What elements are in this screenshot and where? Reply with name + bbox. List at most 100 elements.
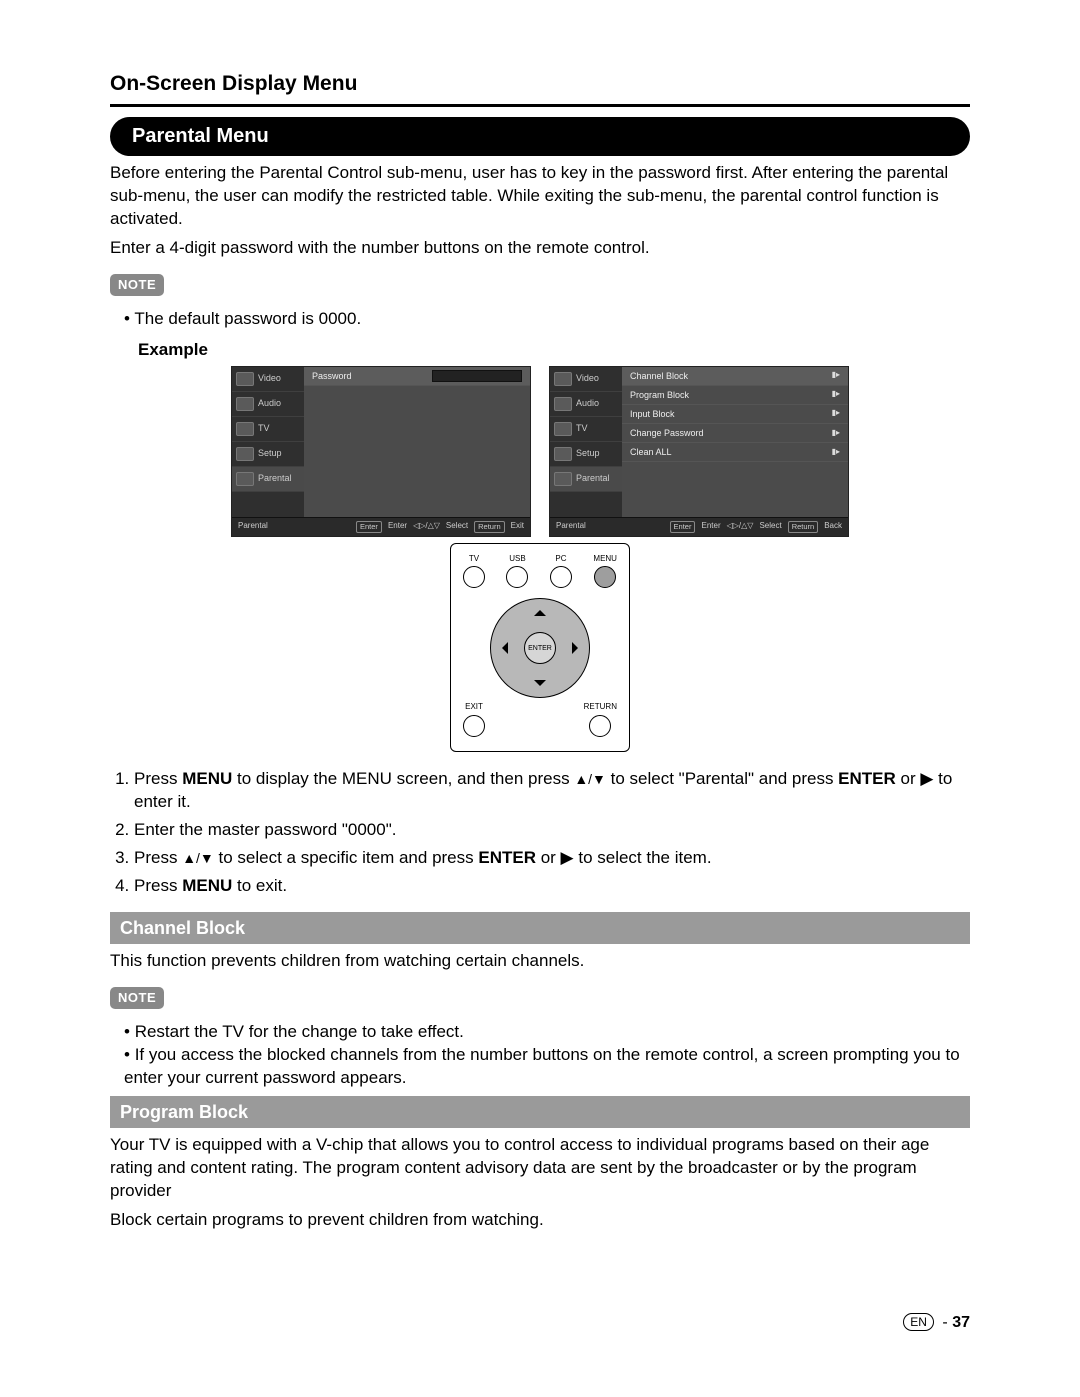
row-input-block[interactable]: Input Block ▮▸ [622, 405, 848, 424]
gear-icon [554, 447, 572, 461]
password-input-box[interactable] [432, 370, 522, 382]
row-label: Input Block [630, 408, 675, 420]
section-channel-block-heading: Channel Block [110, 912, 970, 944]
osd-footer-right: Parental Enter Enter ◁▷/△▽ Select Return… [550, 517, 848, 536]
remote-dpad[interactable]: ENTER [490, 598, 590, 698]
row-channel-block[interactable]: Channel Block ▮▸ [622, 367, 848, 386]
footer-key-label: Back [824, 521, 842, 532]
row-change-password[interactable]: Change Password ▮▸ [622, 424, 848, 443]
audio-icon [554, 397, 572, 411]
step-2: Enter the master password "0000". [134, 819, 970, 842]
steps-list: Press MENU to display the MENU screen, a… [110, 768, 970, 898]
footer-key: Enter [670, 521, 696, 533]
note-bullet: If you access the blocked channels from … [124, 1044, 970, 1090]
example-screenshots-row: Video Audio TV Setup Parental Password P… [110, 366, 970, 537]
step-4: Press MENU to exit. [134, 875, 970, 898]
note-bullet: The default password is 0000. [124, 308, 970, 331]
title-rule [110, 104, 970, 107]
sidebar-item-label: Audio [576, 397, 599, 409]
note-bullet: Restart the TV for the change to take ef… [124, 1021, 970, 1044]
btn-label: RETURN [584, 702, 617, 713]
program-block-para-2: Block certain programs to prevent childr… [110, 1209, 970, 1232]
sidebar-item-label: Setup [258, 447, 282, 459]
row-clean-all[interactable]: Clean ALL ▮▸ [622, 443, 848, 462]
dpad-up-icon[interactable] [534, 604, 546, 616]
sidebar-item-video[interactable]: Video [550, 367, 622, 392]
remote-diagram: TV USB PC MENU ENTER EXIT RETURN [450, 543, 630, 753]
btn-label: MENU [593, 554, 617, 565]
step-3: Press ▲/▼ to select a specific item and … [134, 847, 970, 870]
page-number: 37 [952, 1314, 970, 1331]
sidebar-item-label: Parental [576, 472, 610, 484]
sidebar-item-label: Parental [258, 472, 292, 484]
sidebar-item-label: Video [576, 372, 599, 384]
chevron-right-icon: ▮▸ [832, 408, 840, 419]
note-badge: NOTE [110, 987, 164, 1009]
chevron-right-icon: ▮▸ [832, 447, 840, 458]
dpad-right-icon[interactable] [572, 642, 584, 654]
remote-btn-exit[interactable]: EXIT [463, 702, 485, 737]
updown-arrows-icon: ▲/▼ [574, 770, 606, 789]
dpad-left-icon[interactable] [496, 642, 508, 654]
footer-key-label: Enter [388, 521, 407, 532]
btn-label: ENTER [528, 644, 552, 653]
section-parental-menu-heading: Parental Menu [110, 117, 970, 156]
footer-key-label: ◁▷/△▽ [727, 521, 754, 532]
remote-btn-menu[interactable]: MENU [593, 554, 617, 589]
row-program-block[interactable]: Program Block▮▸ [622, 386, 848, 405]
sidebar-item-audio[interactable]: Audio [550, 392, 622, 417]
program-block-para-1: Your TV is equipped with a V-chip that a… [110, 1134, 970, 1203]
lock-icon [554, 472, 572, 486]
intro-para-2: Enter a 4-digit password with the number… [110, 237, 970, 260]
updown-arrows-icon: ▲/▼ [182, 849, 214, 868]
osd-right: Video Audio TV Setup Parental Channel Bl… [549, 366, 849, 537]
footer-key-label: Exit [511, 521, 524, 532]
note-badge: NOTE [110, 274, 164, 296]
sidebar-item-setup[interactable]: Setup [550, 442, 622, 467]
row-password[interactable]: Password [304, 367, 530, 386]
tv-icon [554, 422, 572, 436]
chevron-right-icon: ▮▸ [832, 370, 840, 381]
btn-label: USB [509, 554, 525, 565]
sidebar-item-tv[interactable]: TV [550, 417, 622, 442]
example-label: Example [138, 339, 970, 362]
lock-icon [236, 472, 254, 486]
sidebar-item-label: Video [258, 372, 281, 384]
footer-key-label: Enter [701, 521, 720, 532]
note-bullets-1: The default password is 0000. [110, 308, 970, 331]
remote-btn-tv[interactable]: TV [463, 554, 485, 589]
osd-sidebar: Video Audio TV Setup Parental [550, 367, 622, 517]
sidebar-item-tv[interactable]: TV [232, 417, 304, 442]
page-footer: EN - 37 [110, 1312, 970, 1334]
intro-para-1: Before entering the Parental Control sub… [110, 162, 970, 231]
osd-main-right: Channel Block ▮▸ Program Block▮▸ Input Bl… [622, 367, 848, 517]
sidebar-item-video[interactable]: Video [232, 367, 304, 392]
video-icon [554, 372, 572, 386]
footer-key: Return [788, 521, 819, 533]
footer-title: Parental [556, 521, 586, 532]
remote-btn-usb[interactable]: USB [506, 554, 528, 589]
sidebar-item-label: TV [258, 422, 270, 434]
osd-main-left: Password [304, 367, 530, 517]
row-label: Channel Block [630, 370, 688, 382]
audio-icon [236, 397, 254, 411]
footer-sep: - [942, 1314, 947, 1331]
footer-key-label: Select [446, 521, 468, 532]
dpad-down-icon[interactable] [534, 680, 546, 692]
chevron-right-icon: ▮▸ [832, 428, 840, 439]
step-1: Press MENU to display the MENU screen, a… [134, 768, 970, 814]
osd-sidebar: Video Audio TV Setup Parental [232, 367, 304, 517]
footer-key: Enter [356, 521, 382, 533]
sidebar-item-setup[interactable]: Setup [232, 442, 304, 467]
sidebar-item-parental[interactable]: Parental [232, 467, 304, 492]
row-label: Change Password [630, 427, 704, 439]
footer-key-label: ◁▷/△▽ [413, 521, 440, 532]
remote-btn-return[interactable]: RETURN [584, 702, 617, 737]
section-program-block-heading: Program Block [110, 1096, 970, 1128]
sidebar-item-label: Audio [258, 397, 281, 409]
sidebar-item-audio[interactable]: Audio [232, 392, 304, 417]
sidebar-item-parental[interactable]: Parental [550, 467, 622, 492]
row-label: Clean ALL [630, 446, 672, 458]
page-title: On-Screen Display Menu [110, 70, 970, 98]
remote-btn-pc[interactable]: PC [550, 554, 572, 589]
